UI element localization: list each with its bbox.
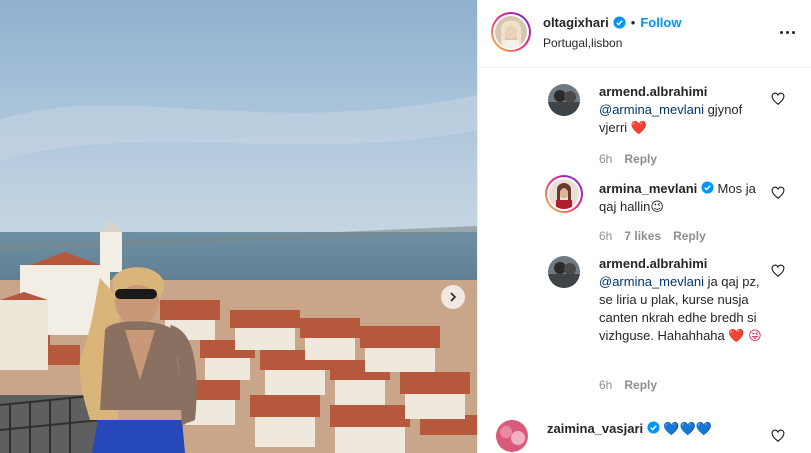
comment-item: armend.albrahimi @armina_mevlani gjynof … [548, 83, 808, 166]
commenter-avatar-image [548, 256, 580, 288]
reply-button[interactable]: Reply [624, 152, 657, 166]
comments-panel: oltagixhari • Follow Portugal,lisbon arm… [477, 0, 811, 453]
heart-outline-icon[interactable] [771, 186, 785, 200]
post-location[interactable]: Portugal,lisbon [543, 36, 622, 50]
follow-button[interactable]: Follow [640, 15, 681, 30]
comment-item: armina_mevlani Mos ja qaj hallin😉 6h 7 l… [545, 175, 808, 248]
comment-mention[interactable]: @armina_mevlani [599, 102, 704, 117]
comment-username[interactable]: armend.albrahimi [599, 255, 764, 273]
comment-body: 💙💙💙 [659, 421, 712, 436]
separator-dot: • [630, 15, 636, 30]
commenter-avatar[interactable] [545, 175, 583, 213]
heart-outline-icon[interactable] [771, 92, 785, 106]
comment-username[interactable]: armend.albrahimi [599, 83, 764, 101]
verified-badge-icon [613, 16, 626, 29]
author-avatar[interactable] [491, 12, 531, 52]
comment-item: armend.albrahimi @armina_mevlani ja qaj … [548, 256, 808, 396]
comment-text: zaimina_vasjari 💙💙💙 [547, 420, 787, 438]
comment-mention[interactable]: @armina_mevlani [599, 274, 704, 289]
photo-image [0, 0, 477, 453]
heart-outline-icon[interactable] [771, 264, 785, 278]
comment-emoji: ❤️ 😜 [728, 328, 762, 343]
commenter-avatar[interactable] [496, 420, 528, 452]
comment-emoji: ❤️ [630, 120, 647, 135]
commenter-avatar[interactable] [548, 84, 580, 116]
verified-badge-icon [647, 421, 660, 434]
chevron-right-icon [450, 292, 457, 302]
verified-badge-icon [701, 181, 714, 194]
more-options-icon[interactable] [775, 22, 799, 42]
commenter-avatar-image [496, 420, 528, 452]
comment-text: @armina_mevlani ja qaj pz, se liria u pl… [599, 273, 764, 345]
comment-time[interactable]: 6h [599, 378, 612, 392]
commenter-avatar-image [549, 179, 579, 209]
reply-button[interactable]: Reply [624, 378, 657, 392]
comment-item: zaimina_vasjari 💙💙💙 [496, 420, 785, 453]
comment-username[interactable]: armina_mevlani [599, 181, 697, 196]
next-photo-button[interactable] [441, 285, 465, 309]
comment-emoji: 😉 [650, 199, 664, 214]
commenter-avatar-image [548, 84, 580, 116]
comment-time[interactable]: 6h [599, 152, 612, 166]
reply-button[interactable]: Reply [673, 229, 706, 243]
comment-likes[interactable]: 7 likes [624, 229, 661, 243]
commenter-avatar[interactable] [548, 256, 580, 288]
comment-username[interactable]: zaimina_vasjari [547, 421, 643, 436]
author-username[interactable]: oltagixhari [543, 15, 609, 30]
comment-text: @armina_mevlani gjynof vjerri ❤️ [599, 101, 764, 137]
post-header: oltagixhari • Follow Portugal,lisbon [478, 0, 811, 68]
comment-text: armina_mevlani Mos ja qaj hallin😉 [599, 180, 764, 216]
author-avatar-image [495, 16, 527, 48]
heart-outline-icon[interactable] [771, 429, 785, 443]
post-photo[interactable] [0, 0, 477, 453]
comment-time[interactable]: 6h [599, 229, 612, 243]
